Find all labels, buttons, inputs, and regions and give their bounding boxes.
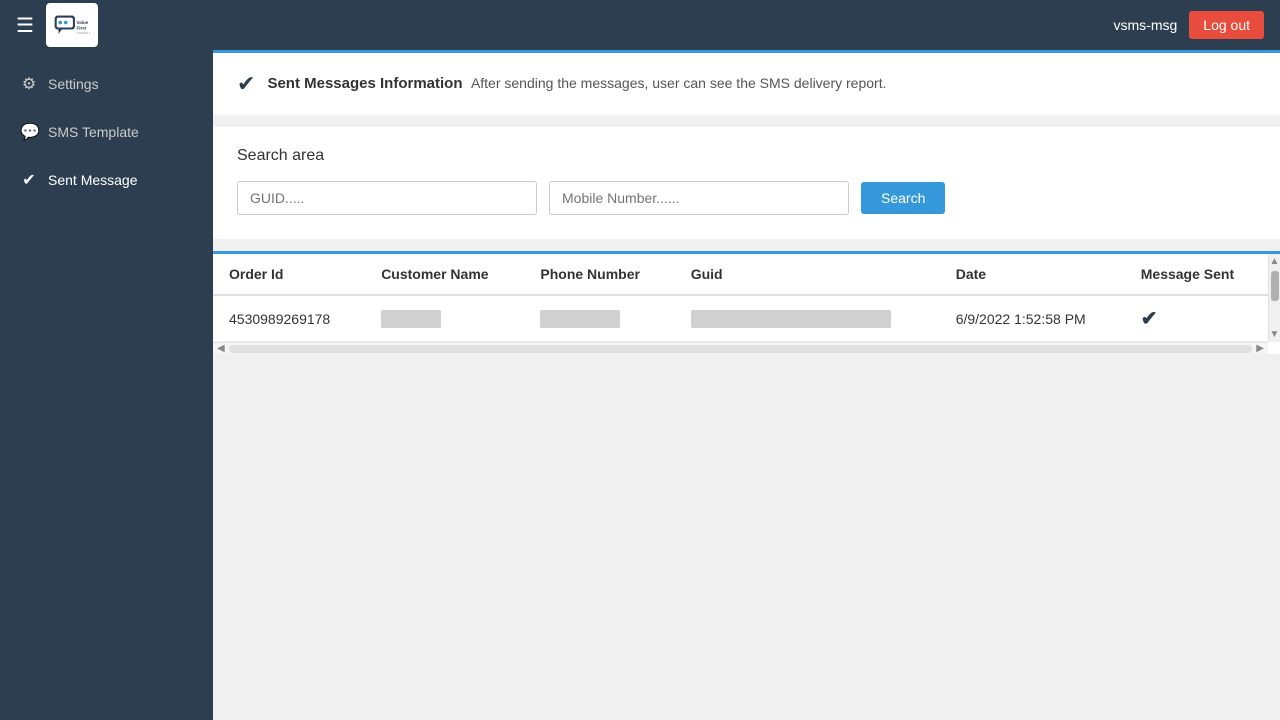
table-wrapper: ▲ ▼ Order Id Customer Name Phone Number	[213, 254, 1280, 354]
search-inputs-row: Search	[237, 181, 1256, 215]
message-sent-check-icon: ✔	[1141, 308, 1158, 330]
navbar-right: vsms-msg Log out	[1114, 11, 1265, 39]
info-banner-check-icon: ✔	[237, 71, 255, 97]
col-order-id: Order Id	[213, 254, 365, 295]
brand-logo: Value First A TWILIO COMPANY	[46, 3, 98, 47]
navbar-username: vsms-msg	[1114, 17, 1178, 33]
settings-icon: ⚙	[20, 74, 38, 94]
col-guid: Guid	[675, 254, 940, 295]
table-scroll-area[interactable]: Order Id Customer Name Phone Number Guid…	[213, 254, 1268, 342]
search-area-title: Search area	[237, 147, 1256, 165]
main-content: ✔ Sent Messages Information After sendin…	[213, 50, 1280, 720]
sidebar-item-sent-message[interactable]: ✔ Sent Message	[0, 156, 213, 204]
table-body: 4530989269178 6/9/2022	[213, 295, 1268, 342]
sidebar-item-sms-template-label: SMS Template	[48, 124, 139, 140]
cell-date: 6/9/2022 1:52:58 PM	[940, 295, 1125, 342]
navbar: ☰ Value First A TWILIO COMPANY vsms-msg …	[0, 0, 1280, 50]
table-header: Order Id Customer Name Phone Number Guid…	[213, 254, 1268, 295]
sidebar-item-settings[interactable]: ⚙ Settings	[0, 60, 213, 108]
vscroll-thumb	[1271, 271, 1279, 301]
results-table-container: ▲ ▼ Order Id Customer Name Phone Number	[213, 251, 1280, 354]
cell-customer-name	[365, 295, 524, 342]
search-button[interactable]: Search	[861, 182, 945, 214]
guid-blurred	[691, 310, 891, 328]
table-row: 4530989269178 6/9/2022	[213, 295, 1268, 342]
cell-message-sent: ✔	[1125, 295, 1268, 342]
scroll-up-icon[interactable]: ▲	[1268, 254, 1280, 269]
hscroll-track	[229, 345, 1253, 353]
col-customer-name: Customer Name	[365, 254, 524, 295]
vertical-scrollbar[interactable]: ▲ ▼	[1268, 254, 1280, 342]
customer-name-blurred	[381, 310, 441, 328]
search-area: Search area Search	[213, 127, 1280, 239]
sent-message-icon: ✔	[20, 170, 38, 190]
cell-order-id: 4530989269178	[213, 295, 365, 342]
sidebar: ⚙ Settings 💬 SMS Template ✔ Sent Message	[0, 50, 213, 720]
col-message-sent: Message Sent	[1125, 254, 1268, 295]
col-date: Date	[940, 254, 1125, 295]
col-phone-number: Phone Number	[524, 254, 674, 295]
navbar-brand: ☰ Value First A TWILIO COMPANY	[16, 3, 98, 47]
scroll-left-icon[interactable]: ◀	[213, 343, 229, 354]
info-banner: ✔ Sent Messages Information After sendin…	[213, 50, 1280, 115]
guid-input[interactable]	[237, 181, 537, 215]
cell-phone-number	[524, 295, 674, 342]
sidebar-item-settings-label: Settings	[48, 76, 99, 92]
scroll-down-icon[interactable]: ▼	[1268, 327, 1280, 342]
cell-guid	[675, 295, 940, 342]
scroll-right-icon[interactable]: ▶	[1252, 343, 1268, 354]
sidebar-item-sms-template[interactable]: 💬 SMS Template	[0, 108, 213, 156]
logout-button[interactable]: Log out	[1189, 11, 1264, 39]
info-banner-description: After sending the messages, user can see…	[471, 75, 887, 91]
results-table: Order Id Customer Name Phone Number Guid…	[213, 254, 1268, 342]
mobile-number-input[interactable]	[549, 181, 849, 215]
svg-text:A TWILIO COMPANY: A TWILIO COMPANY	[76, 31, 90, 35]
sms-template-icon: 💬	[20, 122, 38, 142]
svg-text:First: First	[76, 25, 86, 30]
sidebar-item-sent-message-label: Sent Message	[48, 172, 138, 188]
menu-toggle-icon[interactable]: ☰	[16, 13, 34, 38]
info-banner-title: Sent Messages Information	[267, 75, 462, 92]
phone-number-blurred	[540, 310, 620, 328]
svg-text:Value: Value	[76, 20, 88, 25]
layout: ⚙ Settings 💬 SMS Template ✔ Sent Message…	[0, 50, 1280, 720]
horizontal-scrollbar[interactable]: ◀ ▶	[213, 342, 1268, 354]
